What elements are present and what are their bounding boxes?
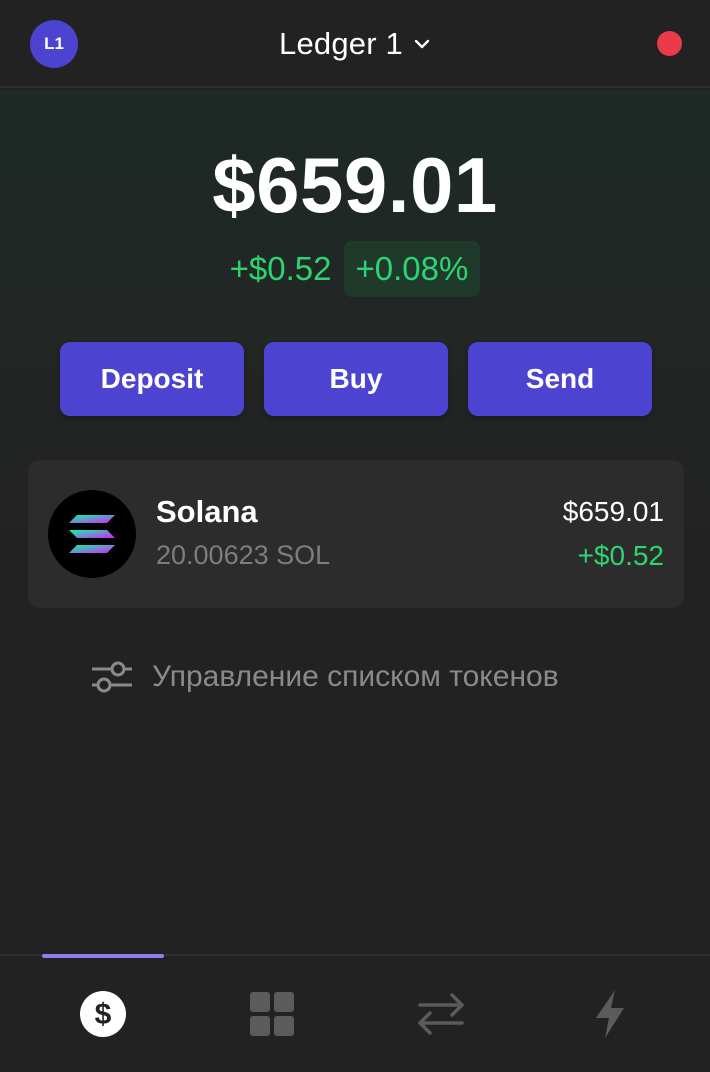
lightning-icon <box>596 990 624 1038</box>
connection-status-dot[interactable] <box>657 31 682 56</box>
bottom-tab-bar: $ <box>0 954 710 1072</box>
balance-change-row: +$0.52 +0.08% <box>0 240 710 298</box>
manage-token-list-button[interactable]: Управление списком токенов <box>90 652 559 702</box>
manage-token-list-label: Управление списком токенов <box>152 660 559 693</box>
tab-tokens[interactable]: $ <box>42 954 164 1072</box>
account-avatar[interactable]: L1 <box>30 20 78 68</box>
token-row-solana[interactable]: Solana 20.00623 SOL $659.01 +$0.52 <box>28 460 684 608</box>
send-button[interactable]: Send <box>468 342 652 416</box>
balance-change-amount: +$0.52 <box>229 250 332 287</box>
grid-icon <box>250 992 294 1036</box>
action-buttons: Deposit Buy Send <box>60 342 652 416</box>
tab-swap[interactable] <box>380 956 502 1072</box>
token-name: Solana <box>156 494 258 529</box>
token-amount: 20.00623 SOL <box>156 540 331 570</box>
wallet-app: L1 Ledger 1 $659.01 +$0.52 +0.08% Deposi… <box>0 0 710 1072</box>
svg-text:$: $ <box>95 998 112 1031</box>
buy-button[interactable]: Buy <box>264 342 448 416</box>
tab-activity[interactable] <box>549 956 671 1072</box>
swap-icon <box>418 993 464 1035</box>
chevron-down-icon <box>414 39 430 49</box>
total-balance: $659.01 <box>212 141 498 229</box>
main-content: $659.01 +$0.52 +0.08% Deposit Buy Send S… <box>0 90 710 954</box>
active-tab-indicator <box>42 954 164 958</box>
wallet-selector[interactable]: Ledger 1 <box>240 20 470 68</box>
token-value: $659.01 <box>562 496 664 527</box>
token-change: +$0.52 <box>577 540 664 571</box>
solana-logo-icon <box>48 490 136 578</box>
sliders-icon <box>92 661 132 693</box>
deposit-button[interactable]: Deposit <box>60 342 244 416</box>
tab-collectibles[interactable] <box>211 956 333 1072</box>
wallet-name: Ledger 1 <box>279 26 403 61</box>
header: L1 Ledger 1 <box>0 0 710 88</box>
balance-change-percent-badge: +0.08% <box>343 241 481 297</box>
dollar-icon: $ <box>80 991 126 1037</box>
